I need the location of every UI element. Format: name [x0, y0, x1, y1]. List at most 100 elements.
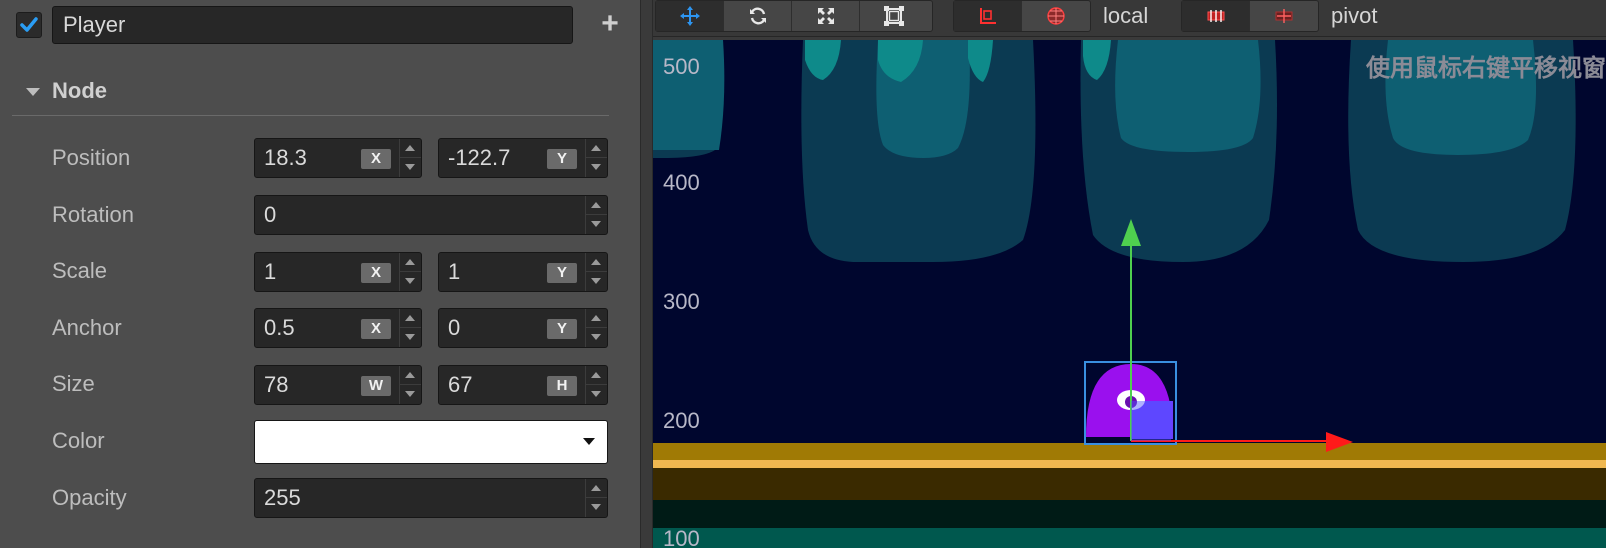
decrement-arrow-icon[interactable] [400, 385, 421, 404]
scale-y-stepper[interactable] [585, 253, 607, 291]
position-x-stepper[interactable] [399, 139, 421, 177]
x-axis-badge: X [361, 263, 391, 283]
local-axis-icon [979, 8, 996, 24]
opacity-field[interactable]: 255 [254, 478, 608, 518]
node-active-checkbox[interactable] [16, 12, 42, 38]
scale-tool-button[interactable] [792, 1, 860, 31]
anchor-y-value[interactable]: 0 [448, 309, 460, 347]
rotation-value[interactable]: 0 [264, 196, 276, 234]
opacity-label: Opacity [52, 485, 127, 510]
scale-y-value[interactable]: 1 [448, 253, 460, 291]
coordinate-mode-group [953, 0, 1091, 32]
decrement-arrow-icon[interactable] [400, 158, 421, 177]
decrement-arrow-icon[interactable] [400, 328, 421, 347]
anchor-x-value[interactable]: 0.5 [264, 309, 295, 347]
local-mode-button[interactable] [954, 1, 1022, 31]
inspector-panel: Player + Node Position 18.3 X -122.7 Y R… [0, 0, 640, 548]
decrement-arrow-icon[interactable] [586, 158, 607, 177]
position-y-stepper[interactable] [585, 139, 607, 177]
ruler-label: 200 [663, 408, 700, 433]
anchor-label: Anchor [52, 315, 122, 340]
y-axis-badge: Y [547, 149, 577, 169]
decrement-arrow-icon[interactable] [586, 272, 607, 291]
opacity-stepper[interactable] [585, 479, 607, 517]
position-y-value[interactable]: -122.7 [448, 139, 510, 177]
size-h-field[interactable]: 67 H [438, 365, 608, 405]
scale-x-value[interactable]: 1 [264, 253, 276, 291]
anchor-y-stepper[interactable] [585, 309, 607, 347]
node-section-header[interactable]: Node [12, 74, 609, 116]
pivot-mode-button[interactable] [1182, 1, 1250, 31]
section-title: Node [52, 78, 107, 103]
size-h-stepper[interactable] [585, 366, 607, 404]
rotate-tool-button[interactable] [724, 1, 792, 31]
color-label: Color [52, 428, 105, 453]
decrement-arrow-icon[interactable] [586, 498, 607, 517]
increment-arrow-icon[interactable] [400, 366, 421, 385]
rotation-label: Rotation [52, 202, 134, 227]
increment-arrow-icon[interactable] [586, 309, 607, 328]
globe-icon [1047, 7, 1065, 25]
node-name-input[interactable]: Player [52, 6, 573, 44]
x-axis-badge: X [361, 319, 391, 339]
collapse-caret-icon[interactable] [26, 88, 40, 96]
increment-arrow-icon[interactable] [586, 196, 607, 215]
pivot-icon [1207, 10, 1224, 22]
scale-icon [817, 8, 834, 24]
scale-x-stepper[interactable] [399, 253, 421, 291]
size-label: Size [52, 371, 95, 396]
y-axis-badge: Y [547, 263, 577, 283]
y-axis-badge: Y [547, 319, 577, 339]
dropdown-arrow-icon[interactable] [583, 438, 595, 445]
ruler-label: 300 [663, 289, 700, 314]
decrement-arrow-icon[interactable] [586, 215, 607, 234]
add-component-button[interactable]: + [596, 9, 624, 39]
increment-arrow-icon[interactable] [586, 139, 607, 158]
h-axis-badge: H [547, 376, 577, 396]
center-mode-button[interactable] [1250, 1, 1318, 31]
color-picker-field[interactable] [254, 420, 608, 464]
decrement-arrow-icon[interactable] [586, 328, 607, 347]
rotation-stepper[interactable] [585, 196, 607, 234]
transform-tool-group [655, 0, 933, 32]
increment-arrow-icon[interactable] [400, 253, 421, 272]
move-tool-button[interactable] [656, 1, 724, 31]
increment-arrow-icon[interactable] [586, 366, 607, 385]
increment-arrow-icon[interactable] [400, 139, 421, 158]
opacity-value[interactable]: 255 [264, 479, 301, 517]
ruler-label: 100 [663, 526, 700, 548]
increment-arrow-icon[interactable] [586, 253, 607, 272]
size-h-value[interactable]: 67 [448, 366, 472, 404]
anchor-x-stepper[interactable] [399, 309, 421, 347]
increment-arrow-icon[interactable] [400, 309, 421, 328]
size-w-stepper[interactable] [399, 366, 421, 404]
anchor-y-field[interactable]: 0 Y [438, 308, 608, 348]
scale-y-field[interactable]: 1 Y [438, 252, 608, 292]
w-axis-badge: W [361, 376, 391, 396]
pivot-mode-group [1181, 0, 1319, 32]
panel-splitter[interactable] [640, 0, 653, 548]
scene-canvas [653, 40, 1606, 548]
increment-arrow-icon[interactable] [586, 479, 607, 498]
x-axis-badge: X [361, 149, 391, 169]
decrement-arrow-icon[interactable] [400, 272, 421, 291]
global-mode-button[interactable] [1022, 1, 1090, 31]
pan-hint-text: 使用鼠标右键平移视窗 [1366, 55, 1606, 82]
pivot-mode-label: pivot [1331, 3, 1378, 28]
position-y-field[interactable]: -122.7 Y [438, 138, 608, 178]
position-x-field[interactable]: 18.3 X [254, 138, 422, 178]
scene-viewport[interactable]: 500 400 300 200 100 使用鼠标右键平移视窗 [653, 40, 1606, 548]
position-x-value[interactable]: 18.3 [264, 139, 307, 177]
rotation-field[interactable]: 0 [254, 195, 608, 235]
anchor-x-field[interactable]: 0.5 X [254, 308, 422, 348]
ground-platform [653, 443, 1606, 548]
decrement-arrow-icon[interactable] [586, 385, 607, 404]
position-label: Position [52, 145, 131, 170]
ruler-label: 400 [663, 170, 700, 195]
size-w-value[interactable]: 78 [264, 366, 288, 404]
center-icon [1275, 9, 1293, 23]
coordinate-mode-label: local [1103, 3, 1149, 28]
size-w-field[interactable]: 78 W [254, 365, 422, 405]
scale-x-field[interactable]: 1 X [254, 252, 422, 292]
rect-tool-button[interactable] [860, 1, 928, 31]
